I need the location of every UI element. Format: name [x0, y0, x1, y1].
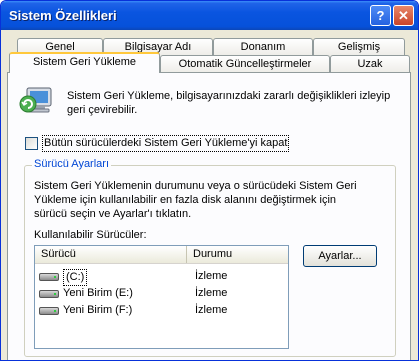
- column-drive[interactable]: Sürücü: [35, 246, 187, 263]
- title-bar[interactable]: Sistem Özellikleri ? ✕: [1, 1, 418, 30]
- drive-status: İzleme: [195, 304, 228, 316]
- window-title: Sistem Özellikleri: [9, 8, 117, 23]
- drive-settings-description: Sistem Geri Yüklemenin durumunu veya o s…: [34, 180, 357, 220]
- drive-settings-title: Sürücü Ayarları: [32, 158, 112, 170]
- drives-list[interactable]: Sürücü Durumu (C:) İzleme Yeni Birim (E:…: [34, 245, 289, 349]
- hard-drive-icon: [39, 307, 59, 315]
- drive-name: Yeni Birim (F:): [63, 304, 133, 316]
- help-button[interactable]: ?: [370, 5, 391, 26]
- disable-all-label[interactable]: Bütün sürücülerdeki Sistem Geri Yükleme'…: [42, 135, 290, 152]
- settings-button[interactable]: Ayarlar...: [303, 245, 377, 267]
- drive-status: İzleme: [195, 287, 228, 299]
- drive-name: (C:): [63, 269, 88, 286]
- available-drives-label: Kullanılabilir Sürücüler:: [34, 229, 147, 241]
- hard-drive-icon: [39, 290, 59, 298]
- list-item[interactable]: Yeni Birim (E:) İzleme: [35, 285, 288, 302]
- close-button[interactable]: ✕: [393, 5, 414, 26]
- system-restore-icon: [19, 87, 52, 113]
- list-item[interactable]: (C:) İzleme: [35, 268, 288, 286]
- tab-system-restore[interactable]: Sistem Geri Yükleme: [9, 52, 160, 73]
- drive-name: Yeni Birim (E:): [63, 287, 133, 299]
- system-properties-window: Sistem Özellikleri ? ✕ Genel Bilgisayar …: [0, 0, 419, 361]
- hard-drive-icon: [39, 273, 59, 281]
- column-status[interactable]: Durumu: [187, 246, 288, 263]
- disable-all-checkbox[interactable]: [25, 137, 38, 150]
- restore-description: Sistem Geri Yükleme, bilgisayarınızdaki …: [67, 90, 391, 116]
- drive-status: İzleme: [195, 270, 228, 282]
- list-item[interactable]: Yeni Birim (F:) İzleme: [35, 302, 288, 319]
- list-header: Sürücü Durumu: [35, 246, 288, 264]
